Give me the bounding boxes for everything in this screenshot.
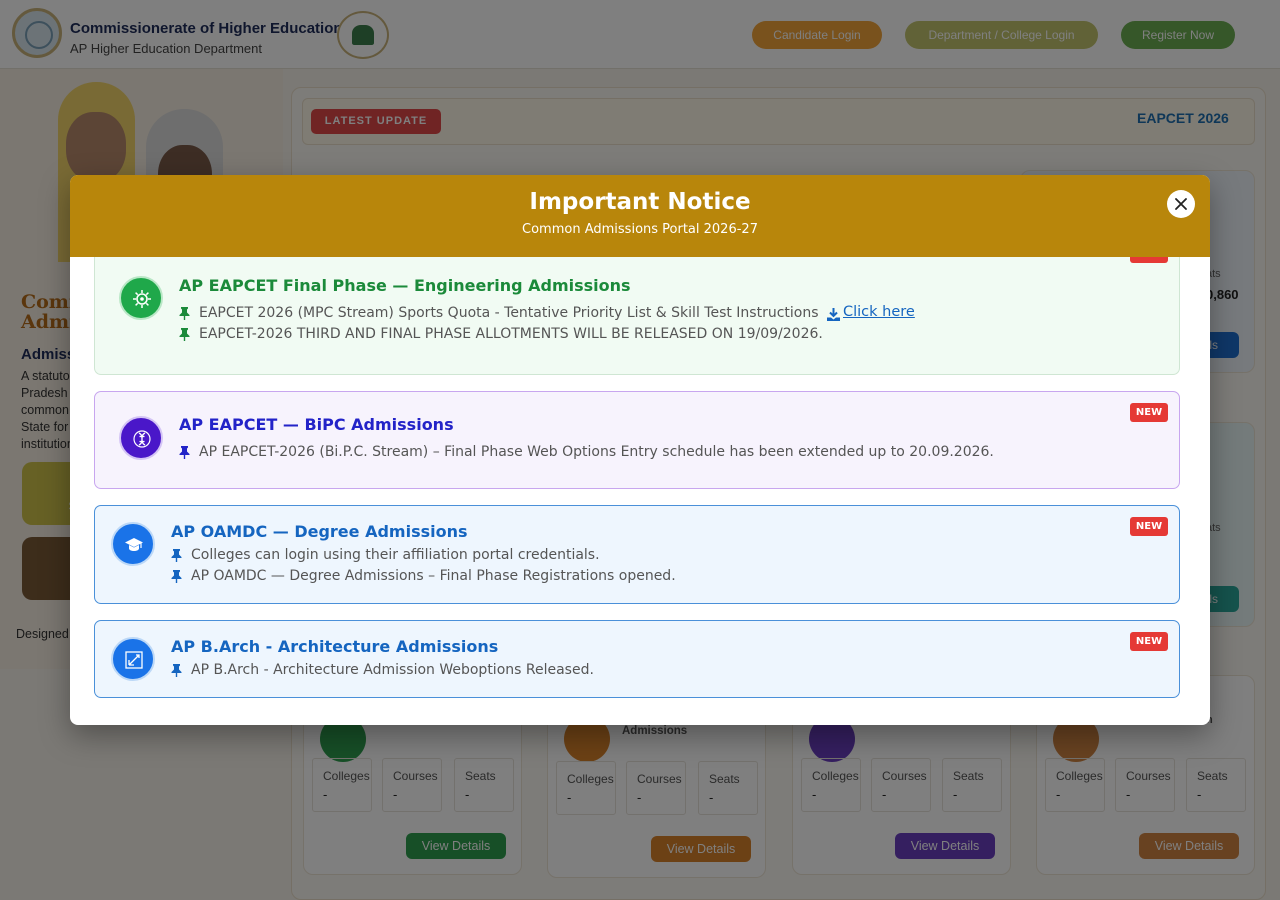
notice-eapcet-engineering: NEW AP EAPCET Final Phase — Engineering … [94, 257, 1180, 375]
important-notice-modal: Important Notice Common Admissions Porta… [70, 175, 1210, 725]
pin-icon [171, 570, 182, 583]
notice-barch-architecture: NEW AP B.Arch - Architecture Admissions … [94, 620, 1180, 698]
notice-title: AP EAPCET Final Phase — Engineering Admi… [179, 276, 631, 295]
modal-body[interactable]: NEW AP EAPCET Final Phase — Engineering … [70, 257, 1210, 725]
pin-icon [171, 549, 182, 562]
notice-oamdc-degree: NEW AP OAMDC — Degree Admissions College… [94, 505, 1180, 604]
new-badge: NEW [1130, 403, 1168, 422]
new-badge: NEW [1130, 632, 1168, 651]
modal-header: Important Notice Common Admissions Porta… [70, 175, 1210, 257]
notice-eapcet-bipc: NEW AP EAPCET — BiPC Admissions AP EAPCE… [94, 391, 1180, 489]
modal-subtitle: Common Admissions Portal 2026-27 [522, 222, 758, 237]
download-icon[interactable] [827, 308, 840, 321]
notice-title: AP B.Arch - Architecture Admissions [171, 637, 499, 656]
dna-icon [119, 416, 163, 460]
new-badge: NEW [1130, 257, 1168, 263]
close-button[interactable] [1167, 190, 1195, 218]
gear-chip-icon [119, 276, 163, 320]
notice-title: AP OAMDC — Degree Admissions [171, 522, 468, 541]
notice-title: AP EAPCET — BiPC Admissions [179, 415, 454, 434]
pin-icon [179, 328, 190, 341]
pin-icon [171, 664, 182, 677]
drafting-icon [111, 637, 155, 681]
graduation-cap-icon [111, 522, 155, 566]
pin-icon [179, 307, 190, 320]
pin-icon [179, 446, 190, 459]
modal-title: Important Notice [529, 189, 751, 215]
click-here-link[interactable]: Click here [843, 304, 915, 320]
new-badge: NEW [1130, 517, 1168, 536]
close-icon [1175, 198, 1187, 210]
